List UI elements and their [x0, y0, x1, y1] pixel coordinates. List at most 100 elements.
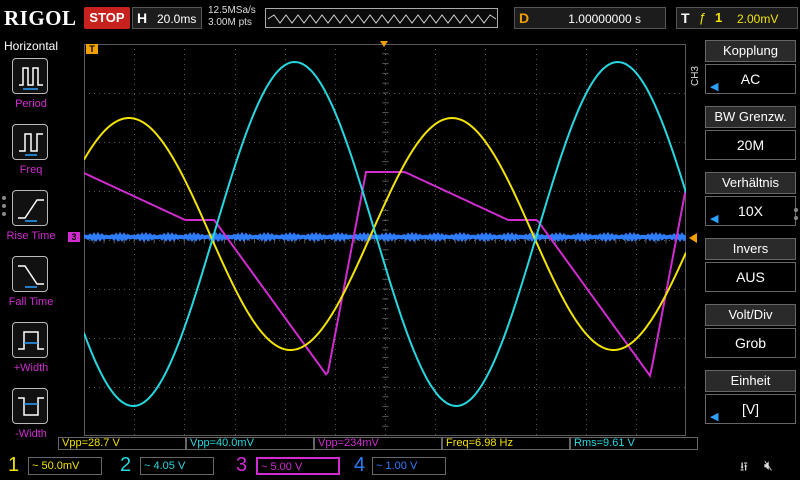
- usb-icon: ⭿: [740, 460, 748, 474]
- negative-width-label: -Width: [15, 428, 47, 440]
- negative-width-icon: [12, 388, 48, 424]
- freq-label: Freq: [19, 164, 43, 176]
- bw-limit-value: 20M: [736, 137, 765, 153]
- menu-page-dot: [2, 204, 6, 208]
- trigger-level: 2.00mV: [737, 12, 779, 26]
- delay-key: D: [519, 10, 530, 26]
- volts-div-value-box[interactable]: Grob: [705, 328, 796, 358]
- probe-ratio-title: Verhältnis: [705, 172, 796, 194]
- coupling-title: Kopplung: [705, 40, 796, 62]
- period-icon: [12, 58, 48, 94]
- probe-ratio-value-box[interactable]: ◀ 10X: [705, 196, 796, 226]
- waveform-display[interactable]: [84, 44, 686, 436]
- channel-status-bar: 1 ~ 50.0mV 2 ~ 4.05 V 3 ~ 5.00 V 4 ~ 1.0…: [0, 452, 800, 480]
- ch3-scale[interactable]: ~ 5.00 V: [256, 457, 340, 475]
- probe-ratio-value: 10X: [738, 203, 763, 219]
- measure-rise-time[interactable]: Rise Time: [0, 188, 62, 248]
- menu-invert[interactable]: Invers AUS: [705, 238, 796, 300]
- delay-setting[interactable]: D 1.00000000 s: [514, 7, 666, 29]
- menu-coupling[interactable]: Kopplung ◀ AC: [705, 40, 796, 102]
- acquisition-info: 12.5MSa/s 3.00M pts: [208, 5, 256, 29]
- measurement-ch2-rms[interactable]: Rms=9.61 V: [570, 437, 698, 450]
- invert-value: AUS: [736, 269, 765, 285]
- menu-probe-ratio[interactable]: Verhältnis ◀ 10X: [705, 172, 796, 234]
- left-arrow-icon: ◀: [710, 411, 719, 423]
- ch2-scale[interactable]: ~ 4.05 V: [140, 457, 214, 475]
- ch4-trace: [84, 231, 686, 243]
- measurement-bar: Vpp=28.7 V Vpp=40.0mV Vpp=234mV Freq=6.9…: [58, 436, 698, 452]
- unit-title: Einheit: [705, 370, 796, 392]
- menu-unit[interactable]: Einheit ◀ [V]: [705, 370, 796, 432]
- trigger-level-right-marker: [687, 230, 697, 243]
- coupling-value: AC: [740, 71, 761, 87]
- invert-value-box[interactable]: AUS: [705, 262, 796, 292]
- menu-page-dot: [2, 196, 6, 200]
- horizontal-timebase[interactable]: H 20.0ms: [132, 7, 202, 29]
- timebase-value: 20.0ms: [157, 12, 197, 26]
- trigger-setting[interactable]: T ƒ 1 2.00mV: [676, 7, 798, 29]
- ch3-offset-marker-label: 3: [71, 232, 77, 242]
- coupling-value-box[interactable]: ◀ AC: [705, 64, 796, 94]
- delay-value: 1.00000000 s: [568, 12, 641, 26]
- trigger-source: 1: [715, 10, 723, 25]
- menu-title: Horizontal: [3, 39, 59, 53]
- period-label: Period: [15, 98, 47, 110]
- ch4-waveform: [84, 231, 686, 243]
- ch1-scale[interactable]: ~ 50.0mV: [28, 457, 102, 475]
- menu-bw-limit[interactable]: BW Grenzw. 20M: [705, 106, 796, 168]
- left-arrow-icon: ◀: [710, 213, 719, 225]
- menu-volts-div[interactable]: Volt/Div Grob: [705, 304, 796, 366]
- bw-limit-title: BW Grenzw.: [705, 106, 796, 128]
- unit-value-box[interactable]: ◀ [V]: [705, 394, 796, 424]
- ch4-number[interactable]: 4: [354, 454, 365, 477]
- positive-width-label: +Width: [13, 362, 49, 374]
- top-status-bar: RIGOL STOP H 20.0ms 12.5MSa/s 3.00M pts …: [0, 0, 800, 36]
- fall-time-icon: [12, 256, 48, 292]
- measure-fall-time[interactable]: Fall Time: [0, 254, 62, 314]
- ch1-scale-value: 50.0mV: [41, 460, 80, 472]
- ch2-scale-value: 4.05 V: [153, 460, 186, 472]
- run-stop-status[interactable]: STOP: [84, 7, 130, 29]
- bw-limit-value-box[interactable]: 20M: [705, 130, 796, 160]
- ch3-number[interactable]: 3: [236, 454, 247, 477]
- ch3-scale-value: 5.00 V: [270, 461, 303, 473]
- measurement-ch3-vpp[interactable]: Vpp=234mV: [314, 437, 442, 450]
- menu-page-dot: [794, 216, 798, 220]
- memory-overview-waveform: [267, 14, 497, 24]
- trigger-position-marker: [380, 36, 388, 47]
- freq-icon: [12, 124, 48, 160]
- measure-freq[interactable]: Freq: [0, 122, 62, 182]
- volts-div-title: Volt/Div: [705, 304, 796, 326]
- volts-div-value: Grob: [734, 335, 767, 351]
- left-arrow-icon: ◀: [710, 81, 719, 93]
- measurement-ch1-vpp[interactable]: Vpp=28.7 V: [58, 437, 186, 450]
- memory-depth: 3.00M pts: [208, 17, 252, 28]
- rise-time-icon: [12, 190, 48, 226]
- channel-settings-menu: Kopplung ◀ AC BW Grenzw. 20M Verhältnis …: [700, 36, 800, 452]
- menu-page-dot: [794, 208, 798, 212]
- measurement-ch2-vpp[interactable]: Vpp=40.0mV: [186, 437, 314, 450]
- unit-value: [V]: [741, 401, 760, 417]
- measure-positive-width[interactable]: +Width: [0, 320, 62, 380]
- measurement-ch1-freq[interactable]: Freq=6.98 Hz: [442, 437, 570, 450]
- fall-time-label: Fall Time: [8, 296, 54, 308]
- ch1-number[interactable]: 1: [8, 454, 19, 477]
- invert-title: Invers: [705, 238, 796, 260]
- memory-overview-strip[interactable]: [265, 8, 498, 28]
- trigger-key: T: [681, 10, 690, 26]
- menu-page-dot: [2, 212, 6, 216]
- measure-negative-width[interactable]: -Width: [0, 386, 62, 446]
- speaker-muted-icon[interactable]: 🔇︎: [764, 457, 773, 474]
- ch4-scale-value: 1.00 V: [385, 460, 418, 472]
- trigger-level-marker: T: [86, 44, 98, 54]
- rise-time-label: Rise Time: [6, 230, 56, 242]
- trigger-slope-icon: ƒ: [699, 10, 707, 25]
- ch2-number[interactable]: 2: [120, 454, 131, 477]
- trigger-level-marker-label: T: [89, 44, 95, 54]
- measure-period[interactable]: Period: [0, 56, 62, 116]
- ch3-offset-marker: 3: [68, 232, 80, 242]
- horizontal-measure-menu: Horizontal Period Freq Rise Time Fall Ti…: [0, 36, 62, 452]
- ch4-scale[interactable]: ~ 1.00 V: [372, 457, 446, 475]
- brand-logo: RIGOL: [4, 6, 77, 30]
- horizontal-key: H: [137, 10, 148, 26]
